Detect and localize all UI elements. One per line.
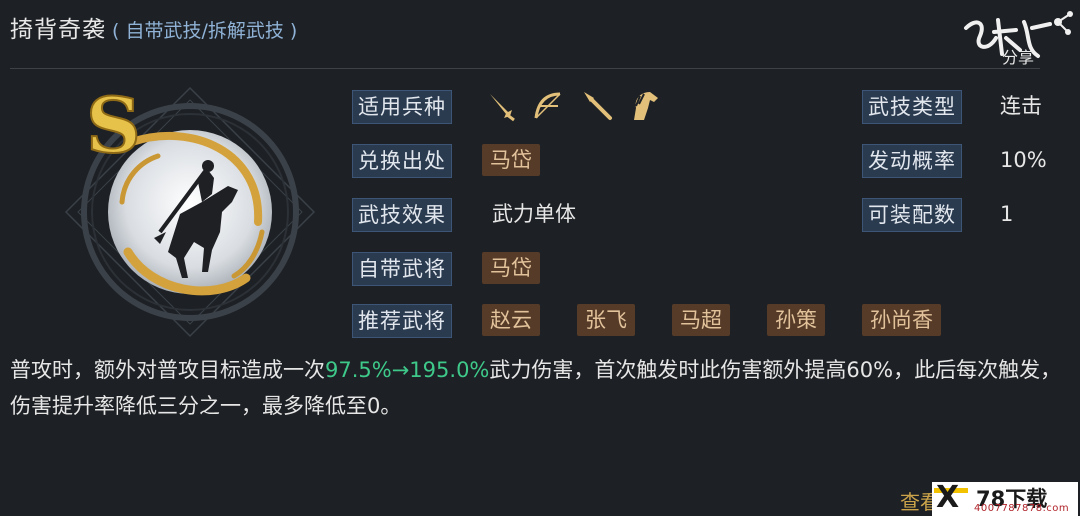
title-row: 掎背奇袭 ( 自带武技/拆解武技 ): [10, 10, 297, 44]
header-divider: [10, 68, 1040, 69]
spear-icon: [582, 90, 614, 122]
recommended-general-chip[interactable]: 孙策: [767, 304, 825, 336]
recommended-general-chip[interactable]: 张飞: [577, 304, 635, 336]
description-damage-highlight: 97.5%→195.0%: [325, 358, 490, 382]
owner-general-chip[interactable]: 马岱: [482, 252, 540, 284]
skill-type-label: 武技类型: [862, 90, 962, 124]
recommended-general-chip[interactable]: 孙尚香: [862, 304, 941, 336]
brand-url: 4007787878.com: [974, 503, 1070, 514]
owner-general-label: 自带武将: [352, 252, 452, 286]
equip-count-value: 1: [1000, 202, 1014, 226]
brand-x-icon: X: [936, 480, 960, 515]
watermark-share-text: 分享: [1002, 48, 1035, 67]
skill-title: 掎背奇袭: [10, 17, 106, 43]
recommended-general-chip[interactable]: 赵云: [482, 304, 540, 336]
trigger-rate-label: 发动概率: [862, 144, 962, 178]
skill-source-subtitle: ( 自带武技/拆解武技 ): [112, 20, 298, 42]
bow-icon: [532, 90, 564, 122]
exchange-source-chip[interactable]: 马岱: [482, 144, 540, 176]
skill-emblem: S: [62, 80, 334, 342]
skill-type-value: 连击: [1000, 94, 1042, 118]
recommended-general-chip[interactable]: 马超: [672, 304, 730, 336]
skill-description: 普攻时，额外对普攻目标造成一次97.5%→195.0%武力伤害，首次触发时此伤害…: [10, 352, 1070, 424]
horse-icon: [628, 90, 660, 122]
grade-letter: S: [86, 82, 141, 170]
exchange-source-label: 兑换出处: [352, 144, 452, 178]
description-text-start: 普攻时，额外对普攻目标造成一次: [10, 358, 325, 382]
skill-effect-value: 武力单体: [492, 202, 576, 226]
troop-type-label: 适用兵种: [352, 90, 452, 124]
equip-count-label: 可装配数: [862, 198, 962, 232]
site-brand-badge: X 78下载 4007787878.com: [932, 480, 1078, 516]
watermark-logo: 分享: [958, 8, 1076, 68]
skill-effect-label: 武技效果: [352, 198, 452, 232]
trigger-rate-value: 10%: [1000, 148, 1047, 172]
sword-icon: [486, 90, 518, 122]
recommended-generals-label: 推荐武将: [352, 304, 452, 338]
